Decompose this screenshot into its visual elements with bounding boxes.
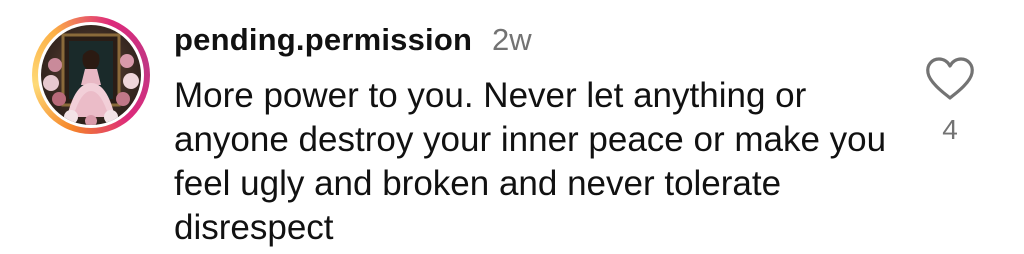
like-count[interactable]: 4 xyxy=(924,114,976,146)
comment-row: pending.permission 2w More power to you.… xyxy=(0,0,1024,254)
comment-username[interactable]: pending.permission xyxy=(174,22,472,58)
like-button[interactable] xyxy=(924,56,976,102)
avatar-story-ring[interactable] xyxy=(32,16,150,134)
comment-text: More power to you. Never let anything or… xyxy=(174,76,887,247)
heart-outline-icon xyxy=(926,57,974,100)
avatar[interactable] xyxy=(41,25,141,125)
avatar-image xyxy=(43,33,139,125)
comment-timestamp: 2w xyxy=(492,22,532,57)
